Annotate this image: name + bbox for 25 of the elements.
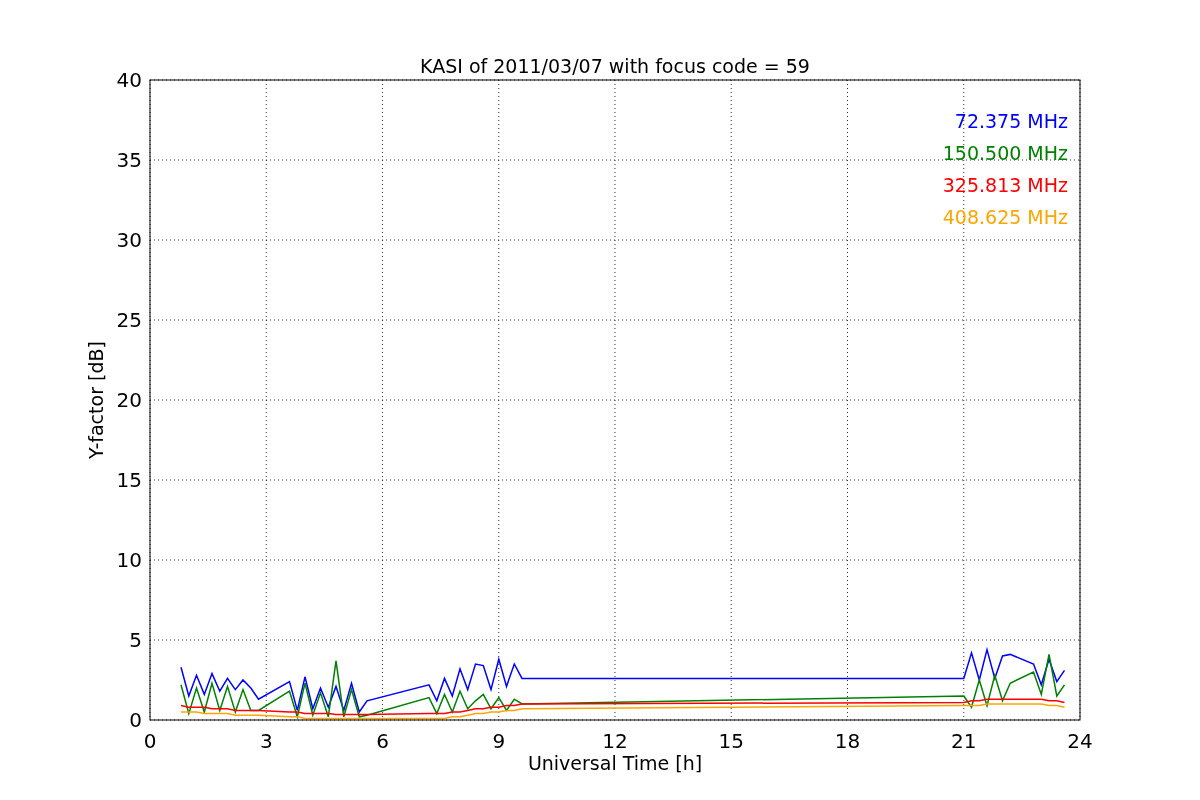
y-tick-label: 5 (129, 628, 142, 652)
legend-label: 72.375 MHz (954, 110, 1068, 132)
x-tick-label: 21 (951, 729, 977, 753)
legend-label: 150.500 MHz (942, 142, 1068, 164)
x-tick-label: 18 (834, 729, 861, 753)
x-axis-label: Universal Time [h] (527, 752, 703, 774)
y-tick-label: 15 (116, 468, 142, 492)
x-tick-label: 24 (1067, 729, 1093, 753)
y-tick-label: 20 (116, 388, 142, 412)
legend-label: 325.813 MHz (942, 174, 1068, 196)
y-tick-label: 25 (116, 308, 142, 332)
x-tick-label: 6 (376, 729, 389, 753)
x-tick-label: 9 (492, 729, 506, 753)
x-tick-label: 3 (259, 729, 273, 753)
y-axis-label: Y-factor [dB] (85, 341, 107, 459)
y-tick-label: 30 (116, 228, 142, 252)
legend-label: 408.625 MHz (942, 206, 1068, 228)
x-tick-label: 0 (143, 729, 157, 753)
x-tick-label: 12 (602, 729, 628, 753)
x-tick-label: 15 (718, 729, 744, 753)
y-tick-label: 35 (116, 148, 142, 172)
chart-title: KASI of 2011/03/07 with focus code = 59 (420, 55, 810, 77)
y-tick-label: 0 (129, 708, 142, 732)
y-tick-label: 10 (116, 548, 142, 572)
y-tick-label: 40 (116, 68, 142, 92)
